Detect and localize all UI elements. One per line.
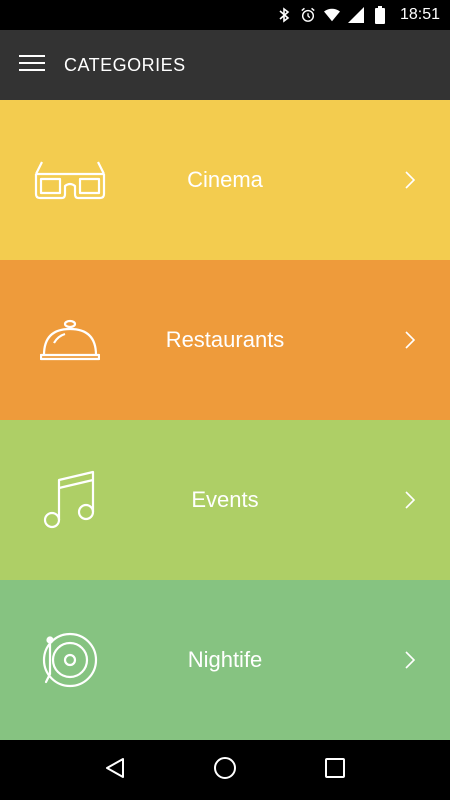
- back-button[interactable]: [95, 750, 135, 790]
- app-screen: 18:51 CATEGORIES Cinema Restaurants Even…: [0, 0, 450, 800]
- category-cinema[interactable]: Cinema: [0, 100, 450, 260]
- recents-button[interactable]: [315, 750, 355, 790]
- category-nightlife[interactable]: Nightife: [0, 580, 450, 740]
- chevron-right-icon: [400, 648, 420, 672]
- menu-button[interactable]: [0, 30, 64, 100]
- back-icon: [105, 757, 125, 784]
- recents-icon: [325, 757, 345, 783]
- category-label: Cinema: [187, 167, 263, 192]
- app-bar: CATEGORIES: [0, 30, 450, 100]
- wifi-icon: [323, 7, 340, 23]
- home-icon: [213, 756, 237, 785]
- page-title: CATEGORIES: [64, 54, 186, 75]
- status-bar: 18:51: [0, 0, 450, 30]
- system-nav-bar: [0, 740, 450, 800]
- category-label: Nightife: [187, 647, 263, 672]
- alarm-icon: [300, 7, 316, 23]
- cellular-icon: [347, 7, 364, 23]
- chevron-right-icon: [400, 168, 420, 192]
- bluetooth-icon: [276, 7, 292, 23]
- category-label: Restaurants: [165, 327, 285, 352]
- battery-icon: [372, 6, 388, 24]
- category-events[interactable]: Events: [0, 420, 450, 580]
- chevron-right-icon: [400, 328, 420, 352]
- home-button[interactable]: [205, 750, 245, 790]
- status-time: 18:51: [399, 6, 440, 23]
- hamburger-menu-icon: [19, 54, 45, 77]
- chevron-right-icon: [400, 488, 420, 512]
- category-restaurants[interactable]: Restaurants: [0, 260, 450, 420]
- category-label: Events: [191, 487, 259, 512]
